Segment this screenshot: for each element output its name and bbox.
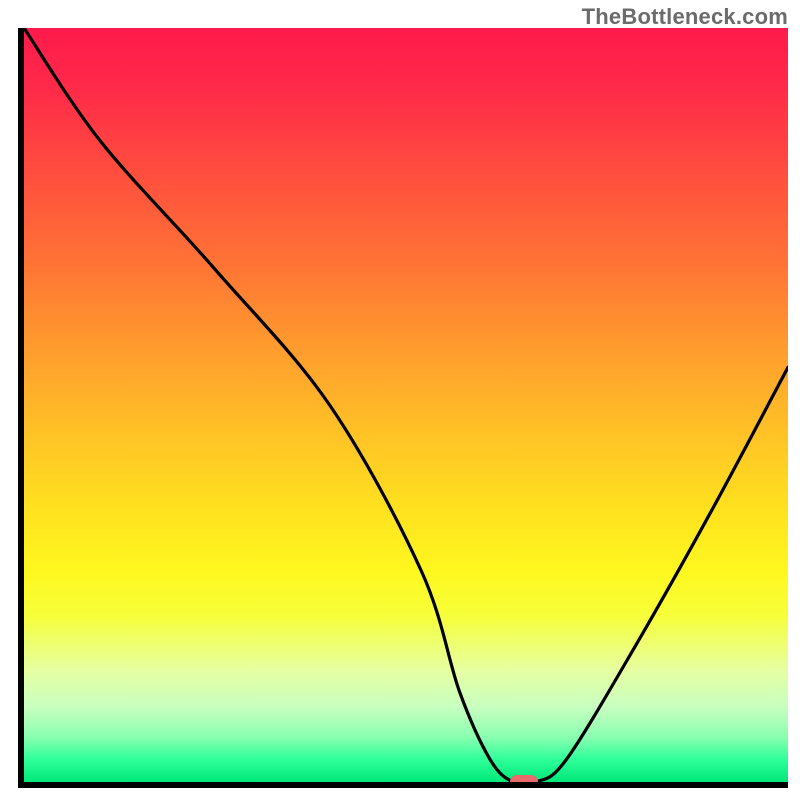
- axes-frame: [18, 28, 788, 788]
- chart-stage: TheBottleneck.com: [0, 0, 800, 800]
- bottleneck-curve: [24, 28, 788, 782]
- plot-area: [24, 28, 788, 782]
- minimum-marker: [510, 775, 538, 782]
- watermark-text: TheBottleneck.com: [582, 4, 788, 30]
